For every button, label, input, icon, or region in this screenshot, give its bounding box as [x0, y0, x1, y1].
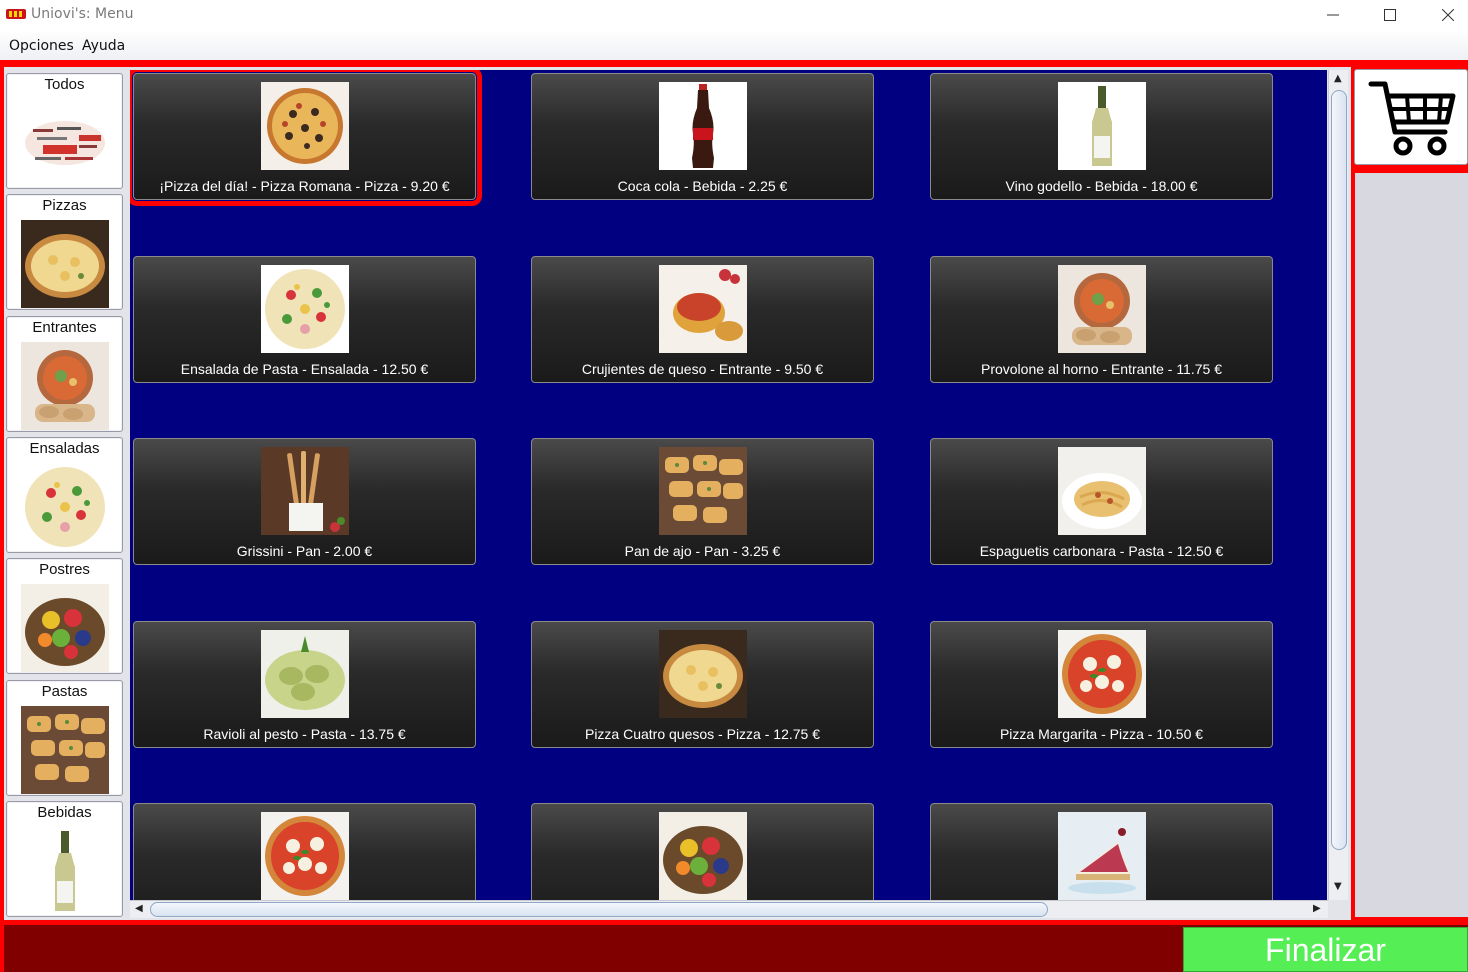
title-bar: Uniovi's: Menu — [0, 0, 1468, 30]
category-pastas-button[interactable]: Pastas — [6, 680, 123, 796]
maximize-button[interactable] — [1362, 0, 1418, 30]
cheese-crisps-image — [659, 265, 747, 353]
product-card[interactable]: Pizza Margarita - Pizza - 10.50 € — [930, 621, 1273, 748]
product-label: ¡Pizza del día! - Pizza Romana - Pizza -… — [159, 178, 450, 194]
cart-button[interactable] — [1354, 69, 1468, 165]
app-logo-icon — [6, 9, 26, 19]
product-label: Vino godello - Bebida - 18.00 € — [1005, 178, 1198, 194]
vertical-scroll-thumb[interactable] — [1331, 90, 1347, 850]
product-card[interactable]: Pan de ajo - Pan - 3.25 € — [531, 438, 874, 565]
product-label: Ravioli al pesto - Pasta - 13.75 € — [203, 726, 406, 742]
category-bebidas-button[interactable]: Bebidas — [6, 801, 123, 917]
product-label: Pan de ajo - Pan - 3.25 € — [624, 543, 781, 559]
product-label: Espaguetis carbonara - Pasta - 12.50 € — [979, 543, 1224, 559]
menu-ayuda[interactable]: Ayuda — [82, 38, 125, 54]
product-card[interactable]: Ravioli al pesto - Pasta - 13.75 € — [133, 621, 476, 748]
scroll-up-icon[interactable]: ▲ — [1334, 73, 1342, 84]
product-label: Crujientes de queso - Entrante - 9.50 € — [581, 361, 824, 377]
category-label: Pizzas — [42, 197, 87, 214]
category-label: Ensaladas — [29, 440, 100, 457]
category-todos-button[interactable]: Todos — [6, 73, 123, 189]
horizontal-scrollbar[interactable]: ◀ ▶ — [130, 900, 1328, 918]
window-title: Uniovi's: Menu — [31, 6, 134, 22]
product-label: Provolone al horno - Entrante - 11.75 € — [980, 361, 1222, 377]
pasta-salad-image — [21, 463, 109, 551]
category-label: Bebidas — [37, 804, 92, 821]
product-card[interactable]: Crujientes de queso - Entrante - 9.50 € — [531, 256, 874, 383]
product-card[interactable]: Grissini - Pan - 2.00 € — [133, 438, 476, 565]
spaghetti-image — [1058, 447, 1146, 535]
category-label: Pastas — [41, 683, 88, 700]
pizza-image — [21, 220, 109, 308]
scroll-left-icon[interactable]: ◀ — [135, 903, 143, 914]
category-pizzas-button[interactable]: Pizzas — [6, 194, 123, 310]
coca-cola-bottle-image — [659, 82, 747, 170]
margherita-pizza-image — [1058, 630, 1146, 718]
close-icon — [1442, 9, 1454, 21]
product-card[interactable] — [133, 803, 476, 900]
four-cheese-pizza-image — [659, 630, 747, 718]
fruit-bowl-image — [659, 812, 747, 900]
cart-list[interactable] — [1355, 173, 1468, 917]
scroll-down-icon[interactable]: ▼ — [1334, 881, 1342, 892]
product-card[interactable]: Coca cola - Bebida - 2.25 € — [531, 73, 874, 200]
close-button[interactable] — [1420, 0, 1468, 30]
category-postres-button[interactable]: Postres — [6, 558, 123, 674]
vertical-scrollbar[interactable]: ▲ ▼ — [1328, 70, 1348, 900]
product-label: Coca cola - Bebida - 2.25 € — [617, 178, 788, 194]
grissini-image — [261, 447, 349, 535]
shopping-cart-icon — [1368, 81, 1456, 156]
product-label: Grissini - Pan - 2.00 € — [236, 543, 373, 559]
provolone-image — [21, 342, 109, 430]
finish-button[interactable]: Finalizar — [1183, 927, 1468, 972]
scroll-right-icon[interactable]: ▶ — [1313, 903, 1321, 914]
product-card[interactable]: Espaguetis carbonara - Pasta - 12.50 € — [930, 438, 1273, 565]
pizza-image — [261, 812, 349, 900]
garlic-bread-image — [659, 447, 747, 535]
menu-bar: Opciones Ayuda — [0, 30, 1468, 60]
pesto-ravioli-image — [261, 630, 349, 718]
menu-ayuda-label: Ayuda — [82, 38, 126, 54]
category-label: Entrantes — [32, 319, 97, 336]
provolone-image — [1058, 265, 1146, 353]
wine-bottle-image — [1058, 82, 1146, 170]
garlic-bread-image — [21, 706, 109, 794]
product-card[interactable]: Pizza Cuatro quesos - Pizza - 12.75 € — [531, 621, 874, 748]
maximize-icon — [1384, 9, 1396, 21]
word-cloud-pizza-image — [21, 99, 109, 187]
product-grid: ¡Pizza del día! - Pizza Romana - Pizza -… — [130, 70, 1327, 900]
fruit-bowl-image — [21, 584, 109, 672]
product-label: Pizza Margarita - Pizza - 10.50 € — [999, 726, 1204, 742]
product-card[interactable]: Provolone al horno - Entrante - 11.75 € — [930, 256, 1273, 383]
minimize-icon — [1327, 14, 1339, 16]
product-card[interactable]: Ensalada de Pasta - Ensalada - 12.50 € — [133, 256, 476, 383]
cheesecake-image — [1058, 812, 1146, 900]
category-ensaladas-button[interactable]: Ensaladas — [6, 437, 123, 553]
product-card[interactable]: ¡Pizza del día! - Pizza Romana - Pizza -… — [130, 70, 482, 206]
category-entrantes-button[interactable]: Entrantes — [6, 316, 123, 432]
menu-opciones-label: Opciones — [9, 38, 74, 54]
product-card[interactable] — [531, 803, 874, 900]
product-card[interactable] — [930, 803, 1273, 900]
category-label: Todos — [44, 76, 85, 93]
pasta-salad-image — [261, 265, 349, 353]
product-card[interactable]: Vino godello - Bebida - 18.00 € — [930, 73, 1273, 200]
pizza-image — [261, 82, 349, 170]
product-label: Pizza Cuatro quesos - Pizza - 12.75 € — [584, 726, 820, 742]
category-label: Postres — [39, 561, 90, 578]
menu-opciones[interactable]: Opciones — [9, 38, 74, 54]
product-label: Ensalada de Pasta - Ensalada - 12.50 € — [180, 361, 429, 377]
finish-label: Finalizar — [1265, 932, 1386, 968]
horizontal-scroll-thumb[interactable] — [150, 902, 1048, 917]
wine-bottle-image — [21, 827, 109, 915]
minimize-button[interactable] — [1305, 0, 1361, 30]
